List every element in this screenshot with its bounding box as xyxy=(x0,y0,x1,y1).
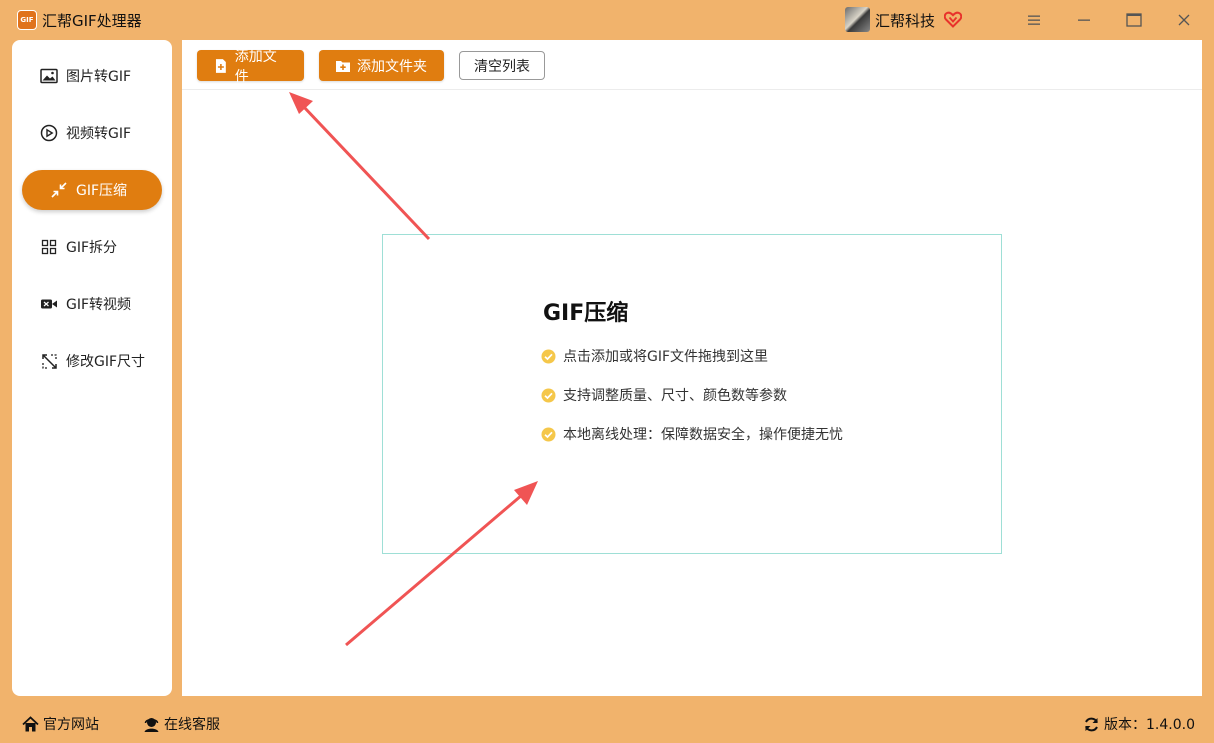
sidebar: 图片转GIF 视频转GIF GIF压缩 GIF拆分 GIF转视频 修改GIF尺寸 xyxy=(12,40,172,696)
feature-text: 支持调整质量、尺寸、颜色数等参数 xyxy=(563,388,787,404)
sidebar-item-label: 图片转GIF xyxy=(66,69,132,85)
user-avatar[interactable] xyxy=(845,7,870,32)
toolbar: 添加文件 添加文件夹 清空列表 xyxy=(182,40,1202,90)
menu-button[interactable] xyxy=(1021,8,1047,32)
sidebar-item-resize-gif[interactable]: 修改GIF尺寸 xyxy=(22,341,162,381)
online-support-label: 在线客服 xyxy=(164,717,220,733)
image-icon xyxy=(40,67,58,85)
menu-icon xyxy=(1028,15,1040,25)
sidebar-item-image-to-gif[interactable]: 图片转GIF xyxy=(22,56,162,96)
official-website-label: 官方网站 xyxy=(43,717,99,733)
main-panel: 添加文件 添加文件夹 清空列表 GIF压缩 点击添加或将GIF文件拖拽到这里 支… xyxy=(182,40,1202,696)
sidebar-item-label: GIF压缩 xyxy=(76,183,128,199)
split-grid-icon xyxy=(40,238,58,256)
minimize-button[interactable] xyxy=(1071,8,1097,32)
sidebar-item-label: GIF拆分 xyxy=(66,240,118,256)
sidebar-item-gif-to-video[interactable]: GIF转视频 xyxy=(22,284,162,324)
resize-icon xyxy=(40,352,58,370)
file-drop-zone[interactable]: GIF压缩 点击添加或将GIF文件拖拽到这里 支持调整质量、尺寸、颜色数等参数 … xyxy=(382,234,1002,554)
maximize-button[interactable] xyxy=(1121,8,1147,32)
sidebar-item-label: GIF转视频 xyxy=(66,297,132,313)
official-website-link[interactable]: 官方网站 xyxy=(22,714,99,734)
play-circle-icon xyxy=(40,124,58,142)
sidebar-item-label: 视频转GIF xyxy=(66,126,132,142)
home-icon xyxy=(22,715,39,731)
footer: 官方网站 在线客服 版本：1.4.0.0 xyxy=(0,700,1214,743)
check-circle-icon xyxy=(541,427,556,441)
app-logo: GIF xyxy=(17,10,37,30)
add-folder-button[interactable]: 添加文件夹 xyxy=(319,50,444,81)
version-label: 版本：1.4.0.0 xyxy=(1104,717,1195,733)
add-file-button[interactable]: 添加文件 xyxy=(197,49,304,85)
customer-service-icon xyxy=(144,717,159,732)
sidebar-item-label: 修改GIF尺寸 xyxy=(66,354,146,370)
maximize-icon xyxy=(1126,13,1142,27)
close-button[interactable] xyxy=(1171,8,1197,32)
add-file-label: 添加文件 xyxy=(234,48,277,85)
close-icon xyxy=(1178,14,1190,26)
sidebar-item-gif-compress[interactable]: GIF压缩 xyxy=(22,170,162,210)
feature-text: 点击添加或将GIF文件拖拽到这里 xyxy=(563,349,769,365)
feature-item: 点击添加或将GIF文件拖拽到这里 xyxy=(541,346,768,366)
add-file-icon xyxy=(215,58,226,73)
check-circle-icon xyxy=(541,349,556,363)
refresh-icon xyxy=(1085,717,1098,731)
minimize-icon xyxy=(1078,19,1090,21)
check-circle-icon xyxy=(541,388,556,402)
compress-arrows-icon xyxy=(50,181,68,199)
add-folder-icon xyxy=(336,60,350,72)
sidebar-item-video-to-gif[interactable]: 视频转GIF xyxy=(22,113,162,153)
feature-item: 本地离线处理：保障数据安全，操作便捷无忧 xyxy=(541,424,843,444)
online-support-link[interactable]: 在线客服 xyxy=(143,714,220,734)
sidebar-item-gif-split[interactable]: GIF拆分 xyxy=(22,227,162,267)
title-bar: GIF 汇帮GIF处理器 汇帮科技 xyxy=(0,0,1214,40)
feature-text: 本地离线处理：保障数据安全，操作便捷无忧 xyxy=(563,427,843,443)
vip-heart-icon[interactable] xyxy=(944,11,962,28)
video-camera-icon xyxy=(40,295,58,313)
app-title: 汇帮GIF处理器 xyxy=(42,12,142,30)
user-name[interactable]: 汇帮科技 xyxy=(875,10,935,31)
version-info[interactable]: 版本：1.4.0.0 xyxy=(1083,714,1195,734)
add-folder-label: 添加文件夹 xyxy=(357,58,427,75)
feature-item: 支持调整质量、尺寸、颜色数等参数 xyxy=(541,385,787,405)
drop-zone-title: GIF压缩 xyxy=(543,301,629,326)
clear-list-button[interactable]: 清空列表 xyxy=(459,51,545,80)
